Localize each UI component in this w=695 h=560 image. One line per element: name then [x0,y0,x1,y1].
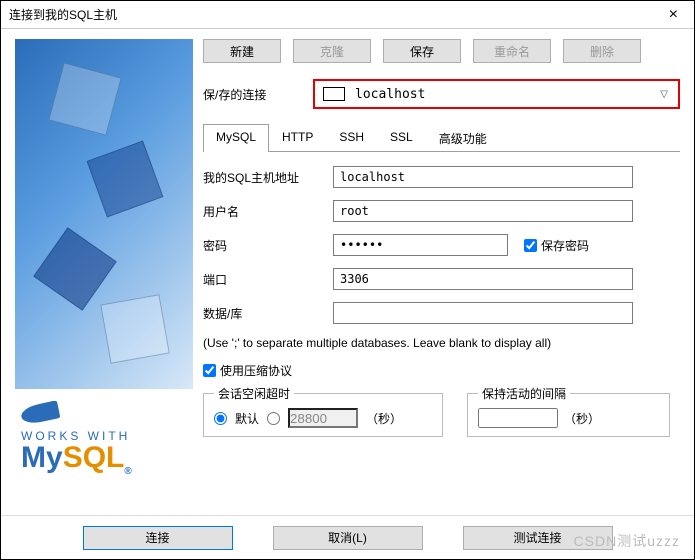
save-password-checkbox[interactable] [524,239,537,252]
saved-connection-label: 保/存的连接 [203,86,313,103]
compress-label: 使用压缩协议 [220,362,292,379]
chevron-down-icon[interactable]: ▽ [652,89,676,100]
password-input[interactable] [333,234,508,256]
idle-legend: 会话空闲超时 [214,385,294,402]
mysql-logo: WORKS WITH MySQL® [15,404,193,477]
idle-default-label: 默认 [235,410,259,427]
rename-button: 重命名 [473,39,551,63]
keepalive-legend: 保持活动的间隔 [478,385,570,402]
port-input[interactable] [333,268,633,290]
dolphin-icon [21,404,66,426]
saved-connection-dropdown[interactable]: localhost ▽ [313,79,680,109]
tab-ssl[interactable]: SSL [377,124,426,152]
clone-button: 克隆 [293,39,371,63]
sidebar-image [15,39,193,389]
port-label: 端口 [203,271,333,288]
tab-http[interactable]: HTTP [269,124,326,152]
database-hint: (Use ';' to separate multiple databases.… [203,336,680,350]
close-icon[interactable]: × [661,6,686,24]
window-title: 连接到我的SQL主机 [9,6,117,23]
idle-custom-input[interactable] [288,408,358,428]
saved-connection-value: localhost [355,87,652,102]
compress-checkbox[interactable] [203,364,216,377]
database-label: 数据/库 [203,305,333,322]
keepalive-seconds-label: （秒） [564,410,600,427]
user-input[interactable] [333,200,633,222]
connect-button[interactable]: 连接 [83,526,233,550]
cancel-button[interactable]: 取消(L) [273,526,423,550]
user-label: 用户名 [203,203,333,220]
tab-ssh[interactable]: SSH [326,124,377,152]
new-button[interactable]: 新建 [203,39,281,63]
connection-icon [323,87,345,101]
idle-seconds-label: （秒） [366,410,402,427]
save-password-label: 保存密码 [541,237,589,254]
idle-default-radio[interactable] [214,412,227,425]
host-label: 我的SQL主机地址 [203,169,333,186]
test-connection-button[interactable]: 测试连接 [463,526,613,550]
save-button[interactable]: 保存 [383,39,461,63]
host-input[interactable] [333,166,633,188]
keepalive-group: 保持活动的间隔 （秒） [467,385,670,437]
delete-button: 删除 [563,39,641,63]
idle-custom-radio[interactable] [267,412,280,425]
password-label: 密码 [203,237,333,254]
idle-timeout-group: 会话空闲超时 默认 （秒） [203,385,443,437]
tab-advanced[interactable]: 高级功能 [426,124,500,152]
keepalive-input[interactable] [478,408,558,428]
tab-mysql[interactable]: MySQL [203,124,269,152]
database-input[interactable] [333,302,633,324]
